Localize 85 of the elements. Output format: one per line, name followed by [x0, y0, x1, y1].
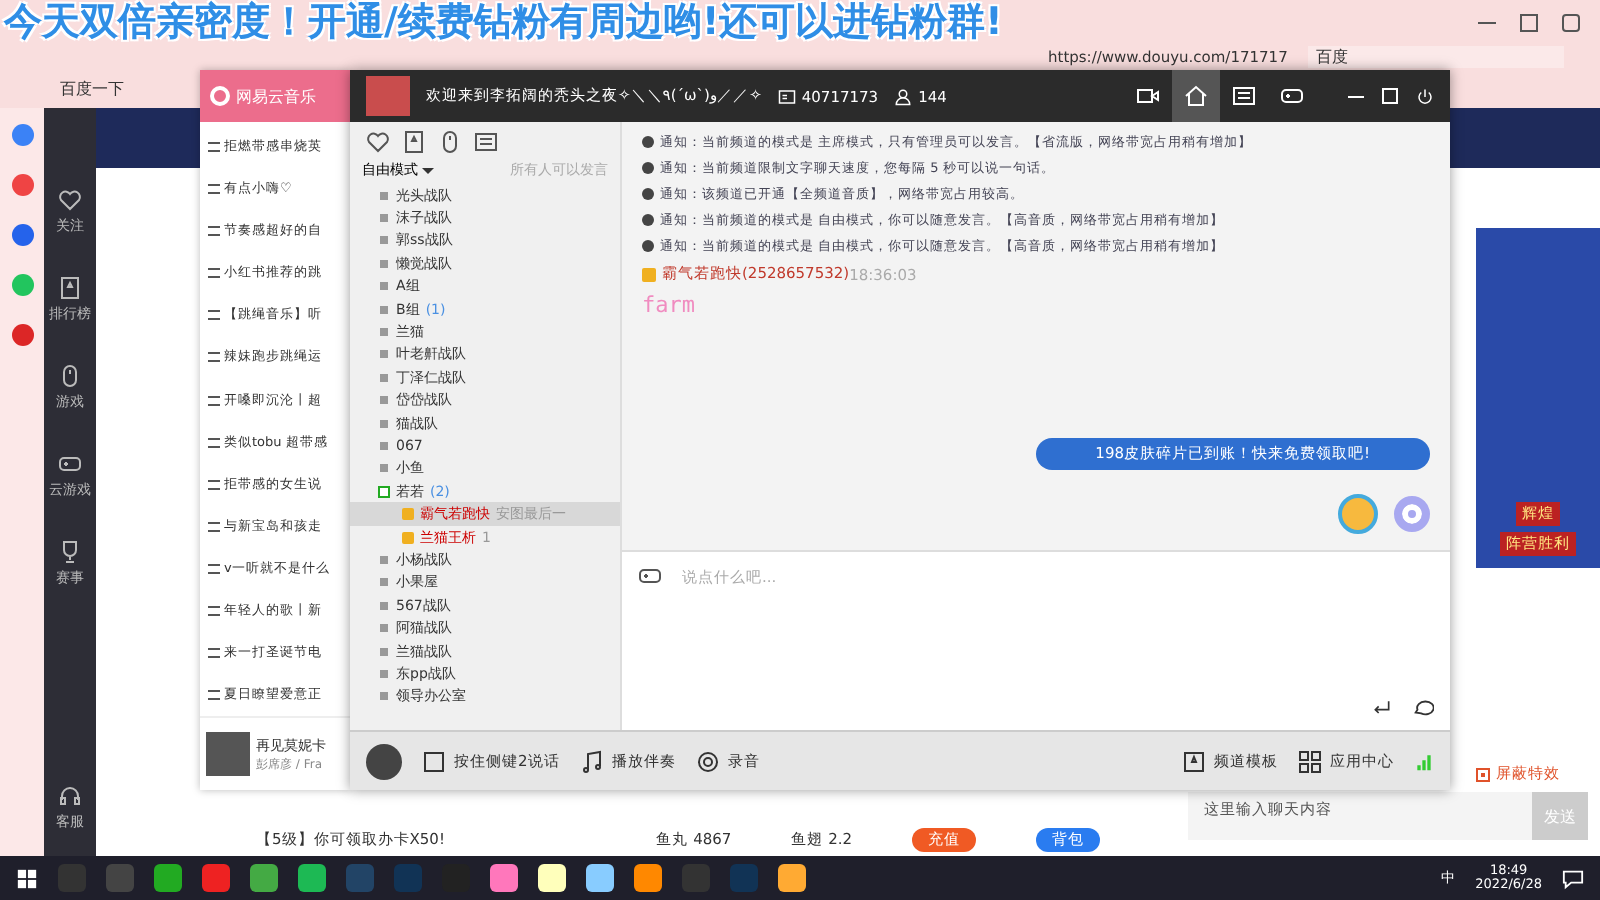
playlist-icon — [208, 226, 220, 237]
channel-bullet-icon — [380, 669, 388, 678]
channel-bullet-icon — [380, 305, 388, 314]
taskbar-app-icon[interactable] — [298, 864, 326, 892]
channel-bullet-icon — [380, 236, 388, 245]
app-title: 网易云音乐 — [236, 85, 316, 107]
chat-message: farm — [642, 292, 697, 318]
playlist-icon — [208, 690, 220, 701]
list-icon — [1232, 84, 1256, 108]
gamepad-icon — [1280, 84, 1304, 108]
playlist-icon — [208, 352, 220, 363]
channel-bullet-icon — [380, 692, 388, 701]
expanded-channel-icon — [378, 485, 390, 498]
stream-overlay-text: 今天双倍亲密度！开通/续费钻粉有周边哟!还可以进钻粉群! — [4, 2, 1003, 42]
record-icon — [695, 749, 720, 773]
search-field[interactable]: 百度 — [1307, 45, 1564, 67]
channel-bullet-icon — [380, 373, 388, 382]
home-icon — [1184, 84, 1208, 108]
grid-icon — [1298, 749, 1322, 773]
channel-bullet-icon — [380, 328, 388, 337]
channel-bullet-icon — [380, 624, 388, 633]
list-icon[interactable] — [474, 130, 498, 154]
channel-bullet-icon — [380, 396, 388, 405]
ranking-icon — [58, 276, 82, 300]
video-icon — [1136, 84, 1160, 108]
start-icon[interactable] — [16, 867, 38, 889]
bookmark-link[interactable]: 百度一下 — [60, 77, 124, 99]
playlist-icon — [208, 437, 220, 448]
channel-bullet-icon — [380, 601, 388, 610]
enter-icon[interactable] — [1372, 697, 1392, 717]
taskbar-app-icon[interactable] — [778, 864, 806, 892]
playlist-icon — [208, 142, 220, 153]
music-note-icon — [579, 749, 604, 773]
channel-bullet-icon — [380, 259, 388, 268]
playlist-icon — [208, 184, 220, 195]
gamepad-icon[interactable] — [638, 564, 662, 588]
notification-icon[interactable] — [1562, 867, 1584, 889]
minimize-icon[interactable] — [1348, 95, 1364, 97]
channel-bullet-icon — [380, 578, 388, 587]
heart-icon — [58, 188, 82, 212]
gamepad-icon — [58, 452, 82, 476]
nav-tab[interactable] — [1172, 70, 1220, 122]
rank-badge-icon — [642, 267, 656, 281]
app-icon[interactable] — [11, 324, 33, 346]
user-avatar-placeholder — [366, 743, 402, 779]
app-icon[interactable] — [11, 174, 33, 196]
channel-bullet-icon — [380, 555, 388, 564]
signal-icon — [1414, 751, 1434, 771]
checkbox-icon[interactable] — [1476, 767, 1490, 781]
channel-bullet-icon — [380, 350, 388, 359]
playlist-icon — [208, 647, 220, 658]
playlist-icon — [208, 563, 220, 574]
channel-bullet-icon — [380, 441, 388, 450]
channel-bullet-icon — [380, 647, 388, 655]
power-icon[interactable] — [1416, 87, 1434, 105]
playlist-icon — [208, 395, 220, 405]
square-icon — [422, 749, 446, 773]
playlist-icon — [208, 479, 220, 490]
playlist-icon — [208, 605, 220, 616]
channel-avatar-placeholder — [366, 76, 410, 116]
id-card-icon — [777, 87, 796, 105]
trophy-icon — [58, 540, 82, 564]
channel-bullet-icon — [380, 464, 388, 473]
channel-bullet-icon — [380, 419, 388, 428]
channel-bullet-icon — [380, 282, 388, 291]
star-card-icon — [1182, 749, 1206, 773]
mouse-icon[interactable] — [438, 130, 462, 154]
playlist-icon — [208, 310, 220, 321]
app-icon[interactable] — [11, 224, 33, 246]
person-icon — [894, 87, 913, 105]
playlist-icon — [208, 268, 220, 279]
channel-bullet-icon — [380, 191, 388, 200]
speech-bubble-icon[interactable] — [1412, 696, 1434, 718]
playlist-icon — [208, 521, 220, 532]
taskbar-app-icon[interactable] — [634, 864, 662, 892]
taskbar-app-icon[interactable] — [490, 864, 518, 892]
taskbar-app-icon[interactable] — [538, 864, 566, 892]
channel-bullet-icon — [380, 214, 388, 223]
taskbar-app-icon[interactable] — [586, 864, 614, 892]
album-cover-placeholder — [206, 732, 250, 776]
ranking-icon[interactable] — [402, 130, 426, 154]
music-logo-icon — [210, 86, 230, 106]
heart-icon[interactable] — [366, 130, 390, 154]
mouse-icon — [58, 364, 82, 388]
app-icon[interactable] — [11, 124, 33, 146]
